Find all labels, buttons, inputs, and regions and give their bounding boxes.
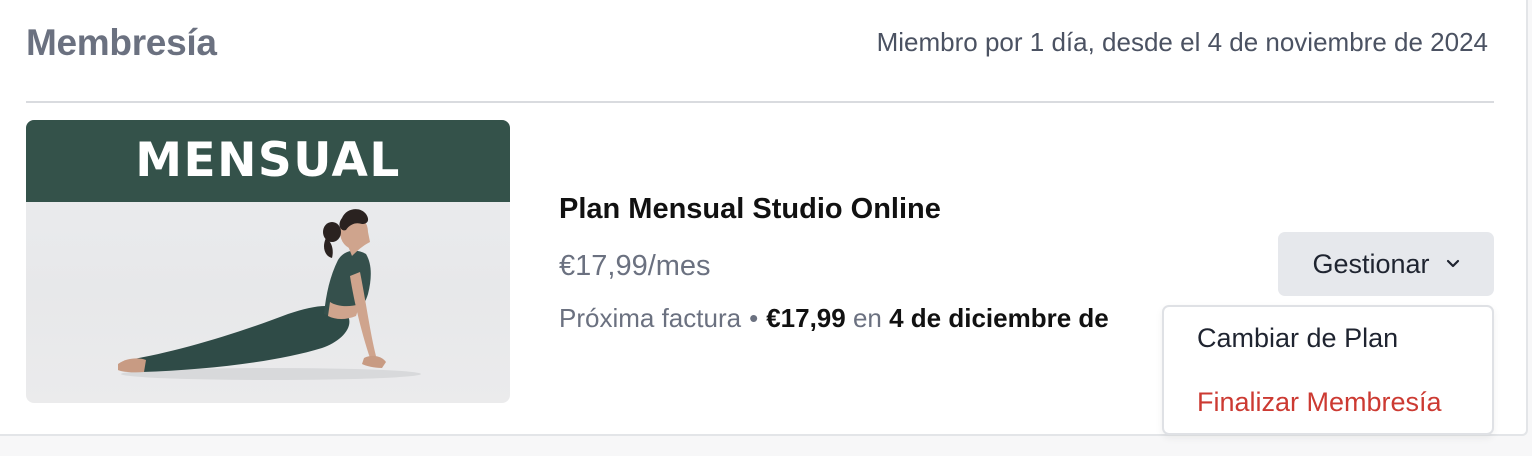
- plan-price: €17,99/mes: [559, 250, 711, 282]
- next-invoice-label: Próxima factura: [559, 303, 742, 333]
- menu-item-end-membership[interactable]: Finalizar Membresía: [1197, 387, 1442, 418]
- separator-dot: •: [749, 303, 759, 333]
- menu-item-change-plan[interactable]: Cambiar de Plan: [1197, 323, 1398, 354]
- next-invoice-connector: en: [852, 303, 882, 333]
- next-invoice-line: Próxima factura • €17,99 en 4 de diciembre…: [559, 303, 1109, 334]
- manage-button[interactable]: Gestionar: [1278, 232, 1494, 296]
- member-since-text: Miembro por 1 día, desde el 4 de noviemb…: [876, 27, 1488, 57]
- plan-image-banner: MENSUAL: [26, 120, 510, 202]
- plan-name: Plan Mensual Studio Online: [559, 193, 941, 225]
- chevron-down-icon: [1446, 259, 1459, 268]
- manage-button-label: Gestionar: [1312, 248, 1430, 279]
- yoga-pose-illustration: [118, 209, 421, 380]
- next-invoice-date: 4 de diciembre de: [889, 303, 1109, 333]
- section-title: Membresía: [26, 22, 217, 63]
- next-invoice-amount: €17,99: [766, 303, 846, 333]
- manage-dropdown-menu: Cambiar de Plan Finalizar Membresía: [1162, 305, 1494, 435]
- plan-image: MENSUAL: [26, 120, 510, 403]
- divider: [26, 101, 1494, 103]
